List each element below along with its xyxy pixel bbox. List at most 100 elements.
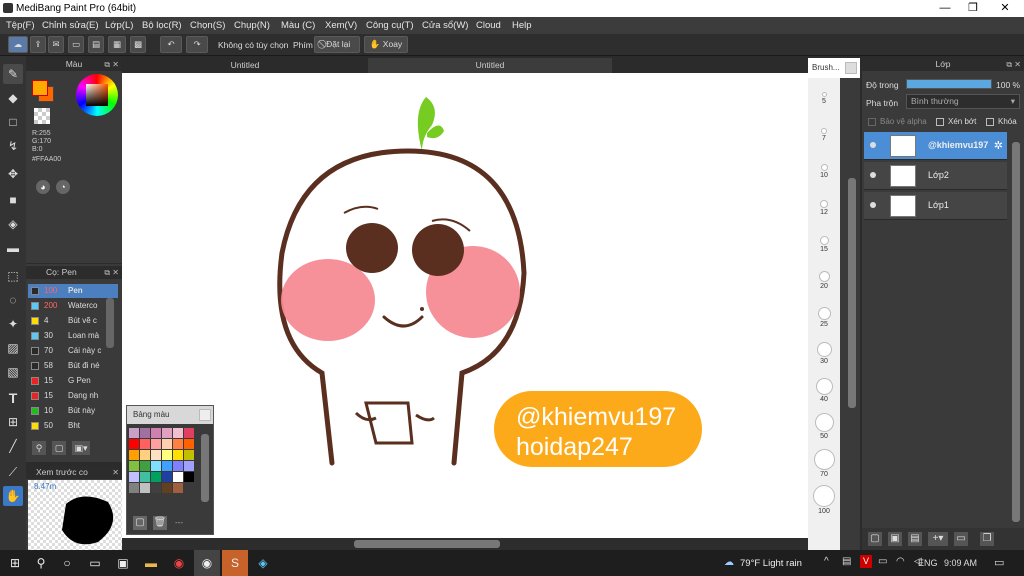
menu-snap[interactable]: Chụp(N)	[234, 20, 270, 31]
notification-icon[interactable]: ▭	[994, 556, 1004, 569]
brush-item[interactable]: 58 Bút đi né	[28, 359, 118, 373]
tab-untitled-2[interactable]: Untitled	[368, 58, 612, 73]
clock[interactable]: 9:09 AM	[944, 558, 977, 568]
brush-size-close-icon[interactable]	[845, 62, 857, 74]
tab-untitled-1[interactable]: Untitled	[122, 58, 368, 73]
cloud-icon[interactable]: ☁	[8, 36, 28, 53]
palette-swatch[interactable]	[173, 439, 183, 449]
palette-swatch[interactable]	[151, 461, 161, 471]
brush-item[interactable]: 200 Waterco	[28, 299, 118, 313]
brush-scrollbar[interactable]	[106, 298, 114, 348]
eye-icon[interactable]	[870, 202, 876, 208]
undo-icon[interactable]: ↶	[160, 36, 182, 53]
palette-swatch[interactable]	[173, 483, 183, 493]
color-square[interactable]	[86, 84, 108, 106]
canvas-hscrollbar[interactable]	[122, 538, 808, 550]
reset-button[interactable]: ⃠ Đặt lại	[314, 36, 360, 53]
brush-size-dot[interactable]	[821, 164, 827, 170]
palette-swatch[interactable]	[162, 483, 172, 493]
palette-swatch[interactable]	[173, 461, 183, 471]
layer-row[interactable]: Lớp2	[864, 162, 1007, 190]
menu-file[interactable]: Tệp(F)	[6, 20, 35, 31]
delete-palette-icon[interactable]: 🗑	[153, 516, 167, 530]
menu-window[interactable]: Cửa sổ(W)	[422, 20, 468, 31]
chat-icon[interactable]: ▭	[68, 36, 84, 53]
palette-scrollbar[interactable]	[201, 434, 209, 502]
layer-row[interactable]: @khiemvu197 ✲	[864, 132, 1007, 160]
new-layer-icon[interactable]: ▢	[868, 532, 882, 546]
medibang-icon[interactable]: ◈	[250, 550, 276, 576]
panel-close-icon[interactable]: ⧉ ✕	[104, 58, 119, 71]
menu-help[interactable]: Help	[512, 20, 532, 31]
brush-size-dot[interactable]	[818, 307, 830, 319]
brush-size-dot[interactable]	[814, 485, 834, 506]
dot-tool-icon[interactable]: □	[3, 112, 23, 132]
color-settings-icon[interactable]: ◔	[56, 180, 70, 194]
fill-rect-tool-icon[interactable]: ■	[3, 190, 23, 210]
tray-v-icon[interactable]: V	[860, 555, 872, 568]
palette-swatch[interactable]	[129, 428, 139, 438]
tray-app-icon[interactable]: ▤	[842, 556, 851, 567]
bucket-tool-icon[interactable]: ◈	[3, 214, 23, 234]
text-tool-icon[interactable]: T	[3, 388, 23, 408]
select-tool-icon[interactable]: ⬚	[3, 266, 23, 286]
layer-row[interactable]: Lớp1	[864, 192, 1007, 220]
brush-menu-icon[interactable]: ▣▾	[72, 441, 90, 455]
brush-size-dot[interactable]	[816, 378, 832, 394]
brush-item[interactable]: 15 Dạng nh	[28, 389, 118, 403]
menu-view[interactable]: Xem(V)	[325, 20, 357, 31]
palette-swatch[interactable]	[140, 450, 150, 460]
palette-swatch[interactable]	[140, 439, 150, 449]
brush-size-dot[interactable]	[817, 343, 831, 356]
close-button[interactable]: ✕	[990, 0, 1020, 17]
palette-swatch[interactable]	[162, 472, 172, 482]
brush-item[interactable]: 50 Bht	[28, 419, 118, 433]
new-brush-icon[interactable]: ▢	[52, 441, 66, 455]
lock-checkbox[interactable]	[986, 118, 994, 126]
cortana-icon[interactable]: ○	[54, 550, 80, 576]
panel-close-icon[interactable]: ⧉ ✕	[1006, 58, 1021, 71]
tiles-icon[interactable]: ▩	[130, 36, 146, 53]
palette-close-icon[interactable]	[199, 409, 211, 421]
palette-swatch[interactable]	[151, 439, 161, 449]
language-indicator[interactable]: ENG	[918, 558, 938, 568]
opacity-slider[interactable]	[906, 79, 992, 89]
divide-tool-icon[interactable]: ╱	[3, 436, 23, 456]
palette-swatch[interactable]	[162, 428, 172, 438]
file-explorer-icon[interactable]: ▬	[138, 550, 164, 576]
clipping-checkbox[interactable]	[936, 118, 944, 126]
select-eraser-icon[interactable]: ▧	[3, 362, 23, 382]
document-icon[interactable]: ▤	[88, 36, 104, 53]
operation-tool-icon[interactable]: ⊞	[3, 412, 23, 432]
wifi-icon[interactable]: ◠	[896, 556, 905, 567]
palette-swatch[interactable]	[140, 483, 150, 493]
restore-button[interactable]: ❐	[958, 0, 988, 17]
palette-swatch[interactable]	[151, 450, 161, 460]
chrome-icon[interactable]: ◉	[166, 550, 192, 576]
grid-icon[interactable]: ▦	[108, 36, 126, 53]
chevron-up-icon[interactable]: ^	[824, 556, 829, 567]
folder-icon[interactable]: ▭	[954, 532, 968, 546]
hscroll-thumb[interactable]	[354, 540, 500, 548]
protect-alpha-checkbox[interactable]	[868, 118, 876, 126]
brush-item[interactable]: 15 G Pen	[28, 374, 118, 388]
drawing-canvas[interactable]: @khiemvu197 hoidap247	[122, 73, 808, 550]
palette-swatch[interactable]	[129, 439, 139, 449]
palette-swatch[interactable]	[140, 428, 150, 438]
layer-add-menu-icon[interactable]: +▾	[928, 532, 948, 546]
rotate-button[interactable]: ✋ Xoay	[364, 36, 408, 53]
magic-wand-icon[interactable]: ✦	[3, 314, 23, 334]
brush-size-dot[interactable]	[821, 200, 827, 207]
app-s-icon[interactable]: S	[222, 550, 248, 576]
transparent-swatch[interactable]	[34, 108, 50, 124]
menu-edit[interactable]: Chỉnh sửa(E)	[42, 20, 99, 31]
palette-swatch[interactable]	[184, 450, 194, 460]
palette-swatch[interactable]	[162, 461, 172, 471]
menu-cloud[interactable]: Cloud	[476, 20, 501, 31]
palette-swatch[interactable]	[173, 428, 183, 438]
brush-size-dot[interactable]	[814, 449, 834, 469]
share-icon[interactable]: ⇪	[30, 36, 46, 53]
brush-tool-icon[interactable]: ✎	[3, 64, 23, 84]
eye-icon[interactable]	[870, 142, 876, 148]
palette-swatch[interactable]	[140, 472, 150, 482]
